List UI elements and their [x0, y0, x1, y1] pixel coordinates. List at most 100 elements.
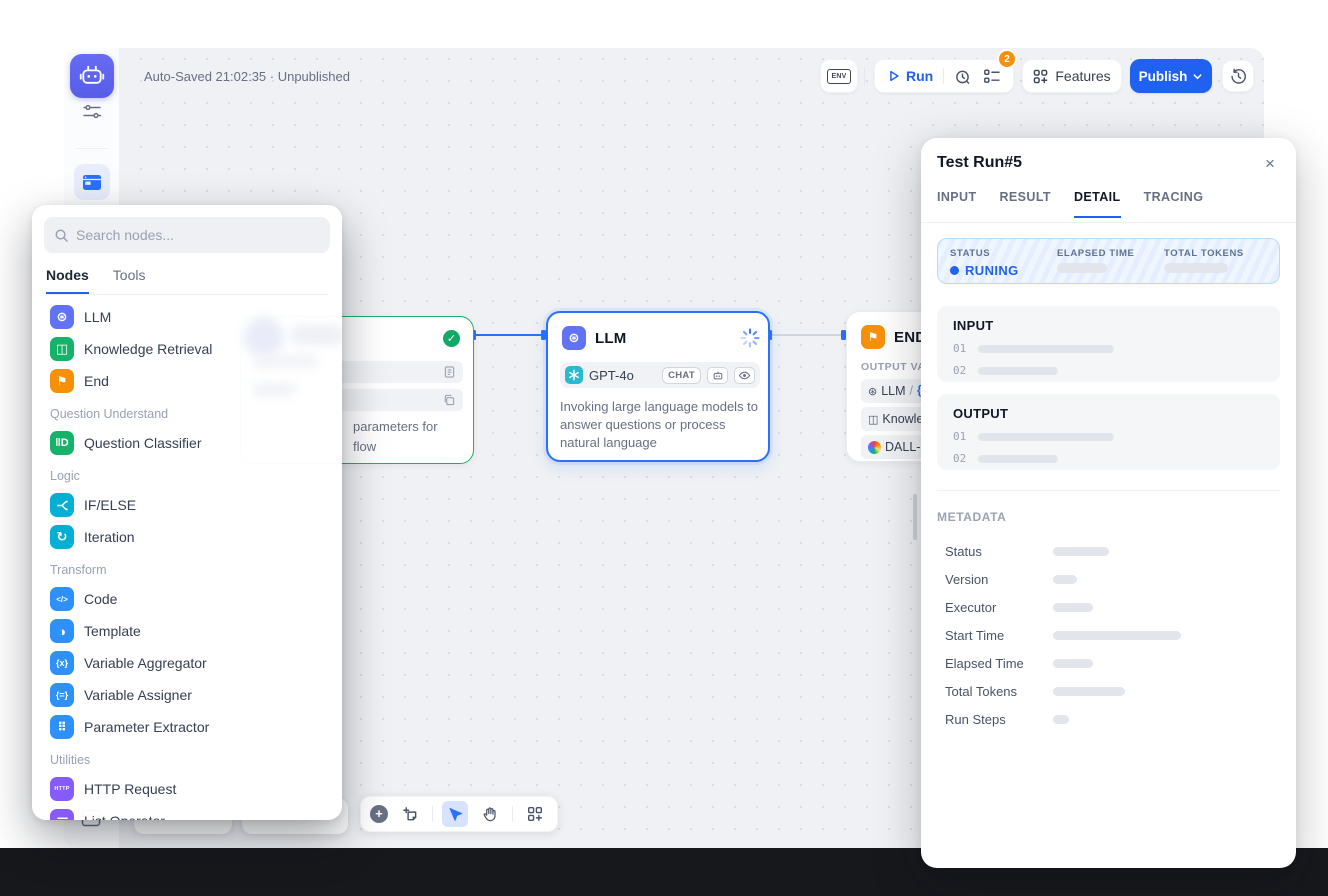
llm-icon: ⊛: [50, 305, 74, 329]
variable-name: LLM: [881, 384, 905, 398]
parameter-extractor-icon: ⠿: [50, 715, 74, 739]
close-icon[interactable]: ×: [1258, 152, 1282, 176]
hand-tool-button[interactable]: [477, 801, 503, 827]
row-index: 01: [953, 342, 966, 355]
meta-version-label: Version: [945, 572, 1053, 587]
status-card: STATUS RUNING ELAPSED TIME TOTAL TOKENS: [937, 238, 1280, 284]
publish-button[interactable]: Publish: [1130, 59, 1212, 93]
start-node-description: flow: [353, 439, 376, 454]
tab-input[interactable]: INPUT: [937, 190, 977, 218]
features-button[interactable]: Features: [1022, 59, 1122, 93]
meta-status-label: Status: [945, 544, 1053, 559]
metadata-title: METADATA: [937, 510, 1006, 524]
openai-model-icon: [565, 366, 583, 384]
checklist-icon[interactable]: [983, 68, 1001, 85]
add-node-button[interactable]: +: [370, 805, 388, 823]
add-note-button[interactable]: [397, 801, 423, 827]
canvas-scrollbar-thumb[interactable]: [913, 494, 917, 540]
llm-node-title: LLM: [595, 330, 626, 347]
skeleton-bar: [1053, 547, 1109, 556]
node-item-label: Variable Aggregator: [84, 655, 207, 671]
tabs-divider: [921, 222, 1296, 223]
run-panel-title: Test Run#5: [937, 154, 1022, 172]
model-selector[interactable]: GPT-4o CHAT: [560, 362, 760, 388]
node-search-box[interactable]: [44, 217, 330, 253]
row-index: 01: [953, 430, 966, 443]
variable-aggregator-icon: {x}: [50, 651, 74, 675]
variable-assigner-icon: {=}: [50, 683, 74, 707]
node-item-if-else[interactable]: IF/ELSE: [44, 489, 330, 521]
search-icon: [54, 228, 69, 243]
env-icon: ENV: [827, 69, 851, 84]
node-item-question-classifier[interactable]: ‖D Question Classifier: [44, 427, 330, 459]
node-item-code[interactable]: </> Code: [44, 583, 330, 615]
success-check-icon: ✓: [443, 330, 460, 347]
node-item-label: End: [84, 373, 109, 389]
skeleton-bar: [978, 433, 1114, 441]
canvas-toolbar: +: [360, 796, 558, 832]
organize-layout-button[interactable]: [522, 801, 548, 827]
run-button[interactable]: Run: [906, 68, 933, 84]
section-header-utilities: Utilities: [50, 753, 324, 767]
version-history-button[interactable]: [1222, 60, 1254, 92]
output-title: OUTPUT: [953, 406, 1264, 421]
meta-run-steps-label: Run Steps: [945, 712, 1053, 727]
run-history-clock-icon[interactable]: [954, 68, 971, 85]
meta-elapsed-time-label: Elapsed Time: [945, 656, 1053, 671]
rail-divider: [76, 148, 108, 149]
history-icon: [1230, 68, 1247, 85]
code-icon: </>: [50, 587, 74, 611]
metadata-divider: [937, 490, 1280, 491]
node-item-list-operator[interactable]: List Operator: [44, 805, 330, 820]
knowledge-ref-icon: ◫: [868, 413, 878, 426]
env-button[interactable]: ENV: [820, 59, 858, 93]
knowledge-retrieval-icon: ◫: [50, 337, 74, 361]
row-index: 02: [953, 364, 966, 377]
node-item-http-request[interactable]: HTTP HTTP Request: [44, 773, 330, 805]
pointer-tool-button[interactable]: [442, 801, 468, 827]
skeleton-bar: [1053, 687, 1125, 696]
input-title: INPUT: [953, 318, 1264, 333]
model-name: GPT-4o: [589, 368, 656, 383]
question-classifier-icon: ‖D: [50, 431, 74, 455]
tab-detail[interactable]: DETAIL: [1074, 190, 1121, 218]
meta-total-tokens-label: Total Tokens: [945, 684, 1053, 699]
workflow-settings-icon[interactable]: [81, 102, 103, 122]
node-item-label: Knowledge Retrieval: [84, 341, 212, 357]
node-item-label: Template: [84, 623, 141, 639]
node-search-input[interactable]: [76, 227, 306, 243]
llm-node[interactable]: ⊛ LLM GPT-4o CHAT Invoking large languag…: [546, 311, 770, 462]
node-item-variable-assigner[interactable]: {=} Variable Assigner: [44, 679, 330, 711]
features-icon: [1033, 69, 1048, 84]
skeleton-bar: [1164, 263, 1228, 273]
tab-result[interactable]: RESULT: [1000, 190, 1051, 218]
end-icon: ⚑: [50, 369, 74, 393]
node-item-llm[interactable]: ⊛ LLM: [44, 301, 330, 333]
skeleton-bar: [978, 345, 1114, 353]
tab-nodes[interactable]: Nodes: [46, 267, 89, 294]
node-search-panel: Nodes Tools ⊛ LLM ◫ Knowledge Retrieval …: [32, 205, 342, 820]
blurred-node-ghost: [252, 383, 296, 396]
meta-executor-label: Executor: [945, 600, 1053, 615]
node-item-variable-aggregator[interactable]: {x} Variable Aggregator: [44, 647, 330, 679]
node-item-label: Question Classifier: [84, 435, 202, 451]
section-header-transform: Transform: [50, 563, 324, 577]
http-request-icon: HTTP: [50, 777, 74, 801]
document-icon: [444, 366, 455, 378]
template-icon: ◑: [50, 619, 74, 643]
tab-tools[interactable]: Tools: [113, 267, 146, 294]
run-group: Run: [874, 59, 1014, 93]
preview-window-button[interactable]: [74, 164, 110, 200]
play-icon[interactable]: [887, 69, 901, 83]
tab-tracing[interactable]: TRACING: [1144, 190, 1204, 218]
publish-label: Publish: [1139, 69, 1188, 84]
node-item-template[interactable]: ◑ Template: [44, 615, 330, 647]
skeleton-bar: [978, 367, 1058, 375]
app-logo-robot-icon[interactable]: [70, 54, 114, 98]
end-node-icon: ⚑: [861, 325, 885, 349]
node-item-iteration[interactable]: ↻ Iteration: [44, 521, 330, 553]
toolbar-divider: [432, 806, 433, 822]
node-item-parameter-extractor[interactable]: ⠿ Parameter Extractor: [44, 711, 330, 743]
node-item-label: List Operator: [84, 813, 165, 820]
edge-llm-to-end: [770, 334, 846, 336]
